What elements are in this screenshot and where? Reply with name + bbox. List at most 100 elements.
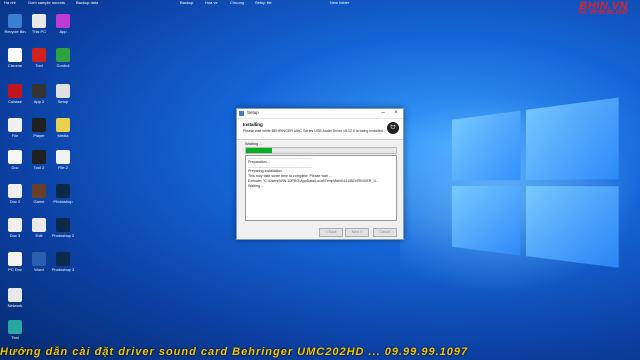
desktop-icon-label: Teal — [11, 335, 19, 340]
desktop-icon-label: Tool 2 — [33, 165, 45, 170]
close-button[interactable]: × — [390, 109, 402, 118]
behringer-logo-icon: ᗢ — [387, 122, 399, 134]
desktop-icon-label: Doc 3 — [9, 233, 21, 238]
brand-tel: Tel: 09.99.99.1097 — [577, 10, 628, 16]
desktop-icon[interactable]: Doc 2 — [2, 184, 28, 204]
desktop-icon-label: Game — [33, 199, 45, 204]
setup-icon — [56, 84, 70, 98]
desktop-icon[interactable]: Network — [2, 288, 28, 308]
desktop-icon-label: App — [59, 29, 67, 34]
player-icon — [32, 118, 46, 132]
file2-icon — [56, 150, 70, 164]
tool2-icon — [32, 150, 46, 164]
desktop-icon[interactable]: Photoshop 2 — [50, 218, 76, 238]
setup-window[interactable]: Setup – × Installing Please wait while B… — [236, 108, 404, 240]
desktop-icon-label: Word — [34, 267, 44, 272]
desktop-icon[interactable]: Tool 2 — [26, 150, 52, 170]
desktop-icon-label: App 2 — [33, 99, 45, 104]
recycle-bin-icon — [8, 14, 22, 28]
desktop-icon-label: Cubase — [8, 99, 22, 104]
cubase-icon — [8, 84, 22, 98]
brand-watermark: BHIN.VN Tel: 09.99.99.1097 — [578, 0, 628, 16]
desktop-top-label[interactable]: Chuong — [230, 0, 244, 5]
file-icon — [8, 118, 22, 132]
back-button[interactable]: < Back — [319, 228, 343, 237]
desktop-top-label[interactable]: Backup — [180, 0, 193, 5]
desktop-icon[interactable]: PC Doc — [2, 252, 28, 272]
setup-title: Setup — [247, 110, 259, 115]
desktop-icons: Recycle Bin This PC App Chrome Tool Control Cu… — [0, 0, 90, 345]
desktop-icon[interactable]: Control — [50, 48, 76, 68]
desktop-icon[interactable]: Chrome — [2, 48, 28, 68]
desktop-icon[interactable]: Setup — [50, 84, 76, 104]
desktop-icon[interactable]: File — [2, 118, 28, 138]
media-icon — [56, 118, 70, 132]
teal-icon — [8, 320, 22, 334]
desktop-top-label[interactable]: Setup file — [255, 0, 272, 5]
desktop-icon[interactable]: Game — [26, 184, 52, 204]
setup-header: Installing Please wait while BEHRINGER U… — [237, 119, 403, 140]
app-icon — [56, 14, 70, 28]
desktop-icon-label: Player — [33, 133, 45, 138]
desktop-icon[interactable]: Player — [26, 118, 52, 138]
install-log[interactable]: ----------------------------------------… — [245, 155, 397, 221]
desktop-icon[interactable]: Cubase — [2, 84, 28, 104]
tool-icon — [32, 48, 46, 62]
desktop-icon[interactable]: Tool — [26, 48, 52, 68]
desktop-icon-label: Photoshop — [53, 199, 73, 204]
desktop-icon-label: File 2 — [58, 165, 68, 170]
word-icon — [32, 252, 46, 266]
setup-header-title: Installing — [243, 122, 263, 127]
desktop-icon-label: Recycle Bin — [4, 29, 26, 34]
desktop-icon[interactable]: Photoshop 3 — [50, 252, 76, 272]
desktop-icon[interactable]: Photoshop — [50, 184, 76, 204]
desktop-icon[interactable]: File 2 — [50, 150, 76, 170]
minimize-button[interactable]: – — [377, 109, 389, 118]
desktop-icon-label: PC Doc — [8, 267, 22, 272]
desktop-icon[interactable]: App 2 — [26, 84, 52, 104]
windows-logo — [451, 97, 624, 273]
photoshop2-icon — [56, 218, 70, 232]
network-icon — [8, 288, 22, 302]
desktop-icon[interactable]: This PC — [26, 14, 52, 34]
desktop-top-labels: Ha nhi Gom sample sounds Backup data Backup H… — [0, 0, 640, 8]
desktop-icon[interactable]: Edit — [26, 218, 52, 238]
pcdoc-icon — [8, 252, 22, 266]
doc3-icon — [8, 218, 22, 232]
desktop-icon[interactable]: Word — [26, 252, 52, 272]
log-line: Waiting ... — [248, 184, 264, 188]
log-line: Execute: "C:\Users\WIN-10PRO\AppData\Loc… — [248, 179, 380, 183]
desktop-icon[interactable]: Recycle Bin — [2, 14, 28, 34]
game-icon — [32, 184, 46, 198]
setup-header-subtitle: Please wait while BEHRINGER UMC Series U… — [243, 129, 384, 133]
desktop-icon-label: Photoshop 2 — [51, 233, 75, 238]
desktop-icon-label: Chrome — [7, 63, 23, 68]
desktop-icon-label: Media — [57, 133, 69, 138]
desktop-icon[interactable]: Doc — [2, 150, 28, 170]
desktop-icon-label: Control — [56, 63, 70, 68]
desktop-top-label[interactable]: New folder — [330, 0, 349, 5]
setup-titlebar[interactable]: Setup – × — [237, 109, 403, 119]
doc-icon — [8, 150, 22, 164]
install-status: Waiting ... — [245, 141, 263, 146]
desktop-icon-label: This PC — [31, 29, 47, 34]
desktop-icon-label: Tool — [35, 63, 43, 68]
desktop-top-label[interactable]: Hoa ve — [205, 0, 218, 5]
progress-fill — [246, 148, 272, 153]
photoshop-icon — [56, 184, 70, 198]
desktop-icon[interactable]: App — [50, 14, 76, 34]
desktop-icon[interactable]: Doc 3 — [2, 218, 28, 238]
button-row: < Back Next > Cancel — [237, 228, 403, 237]
desktop-icon-label: Doc — [11, 165, 19, 170]
desktop-icon[interactable]: Teal — [2, 320, 28, 340]
edit-icon — [32, 218, 46, 232]
video-caption: Hướng dẫn cài đặt driver sound card Behr… — [0, 346, 469, 358]
desktop-icon[interactable]: Media — [50, 118, 76, 138]
setup-app-icon — [239, 111, 244, 116]
next-button[interactable]: Next > — [345, 228, 369, 237]
app2-icon — [32, 84, 46, 98]
desktop-icon-label: Doc 2 — [9, 199, 21, 204]
desktop-icon-label: Network — [7, 303, 23, 308]
cancel-button[interactable]: Cancel — [373, 228, 397, 237]
photoshop3-icon — [56, 252, 70, 266]
